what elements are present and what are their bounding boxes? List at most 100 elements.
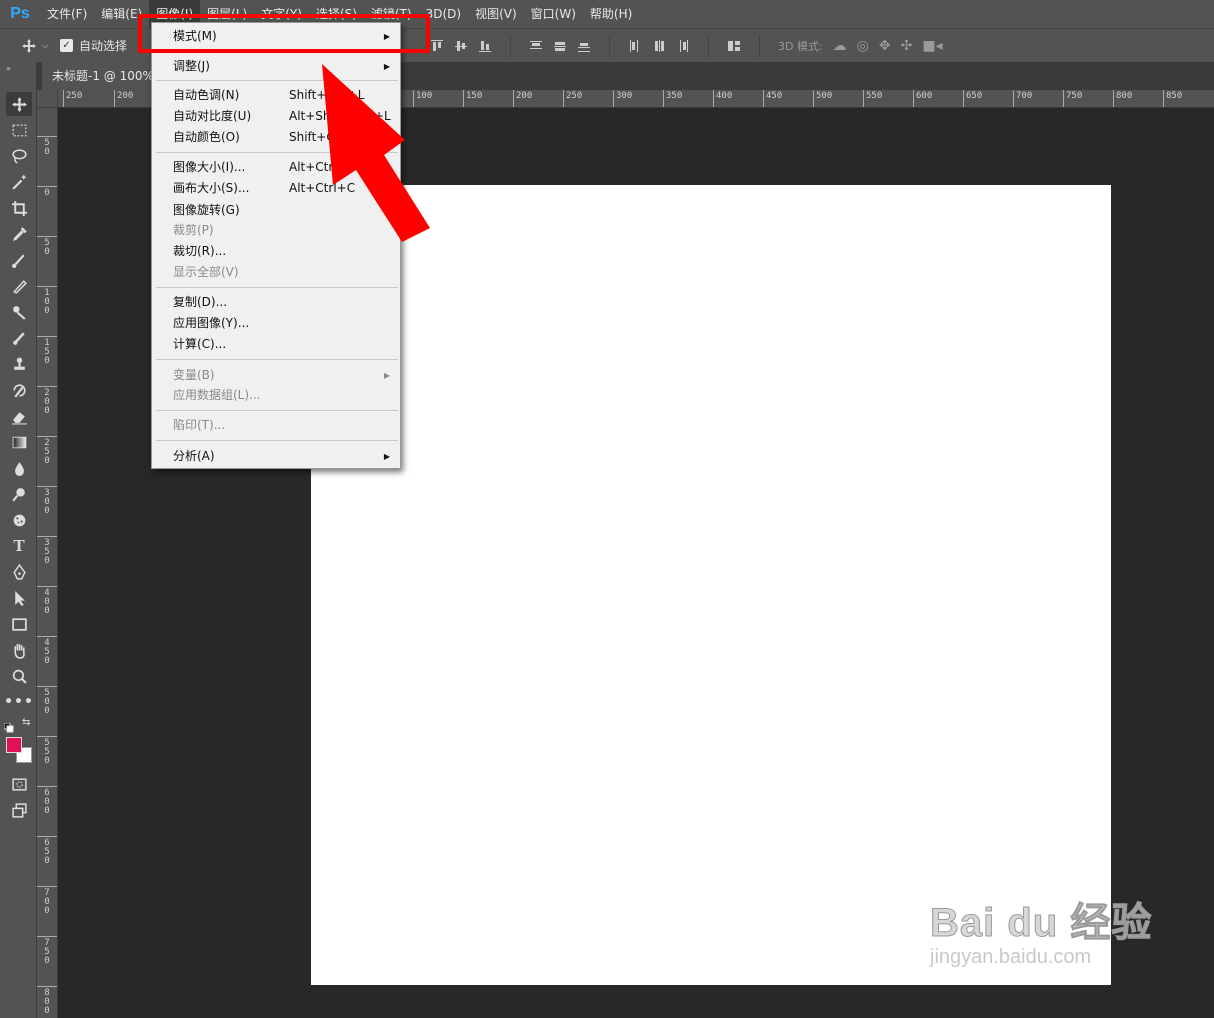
hand-tool-icon[interactable]	[6, 638, 32, 662]
ruler-label: 200	[513, 90, 532, 107]
sponge-tool-icon[interactable]	[6, 508, 32, 532]
ruler-label: 550	[863, 90, 882, 107]
menu-item-label: 调整(J)	[173, 59, 210, 73]
photoshop-window: Ps 文件(F) 编辑(E) 图像(I) 图层(L) 文字(Y) 选择(S) 滤…	[0, 0, 1214, 1018]
menu-item-duplicate[interactable]: 复制(D)...	[152, 292, 400, 313]
watermark-logo: Bai du 经验	[929, 901, 1153, 946]
distribute-right-icon[interactable]	[676, 39, 690, 53]
menu-window[interactable]: 窗口(W)	[524, 0, 583, 28]
divider	[609, 35, 610, 57]
menu-item-label: 自动对比度(U)	[173, 109, 252, 123]
ruler-label: 300	[613, 90, 632, 107]
menu-item-adjustments[interactable]: 调整(J) ▶	[152, 56, 400, 77]
swap-colors-icon[interactable]: ⇆	[22, 717, 30, 728]
menu-item-calculations[interactable]: 计算(C)...	[152, 334, 400, 355]
rectangle-tool-icon[interactable]	[6, 612, 32, 636]
ruler-label: 0	[37, 186, 57, 236]
ruler-label-text: 5 0	[44, 138, 50, 157]
move-tool-icon[interactable]	[6, 92, 32, 116]
menu-item-image-size[interactable]: 图像大小(I)... Alt+Ctrl+I	[152, 157, 400, 178]
magic-wand-tool-icon[interactable]	[6, 170, 32, 194]
distribute-top-icon[interactable]	[529, 39, 543, 53]
menu-item-apply-image[interactable]: 应用图像(Y)...	[152, 313, 400, 334]
menu-file[interactable]: 文件(F)	[40, 0, 94, 28]
foreground-color-swatch[interactable]	[6, 737, 22, 753]
eraser-tool-icon[interactable]	[6, 404, 32, 428]
menu-item-canvas-size[interactable]: 画布大小(S)... Alt+Ctrl+C	[152, 178, 400, 199]
document-canvas[interactable]	[311, 185, 1111, 985]
ruler-label: 400	[713, 90, 732, 107]
distribute-bottom-icon[interactable]	[577, 39, 591, 53]
healing-brush-tool-icon[interactable]	[6, 248, 32, 272]
ruler-label: 350	[663, 90, 682, 107]
ruler-label: 850	[1163, 90, 1182, 107]
menu-item-label: 计算(C)...	[173, 337, 227, 351]
ruler-label-text: 7 5 0	[44, 938, 50, 966]
ruler-label-text: 2 5 0	[44, 438, 50, 466]
distribute-vcenter-icon[interactable]	[553, 39, 567, 53]
divider	[708, 35, 709, 57]
menu-item-label: 应用数据组(L)...	[173, 388, 261, 402]
menu-view[interactable]: 视图(V)	[468, 0, 524, 28]
marquee-tool-icon[interactable]	[6, 118, 32, 142]
menu-item-trim[interactable]: 裁切(R)...	[152, 241, 400, 262]
dodge-tool-icon[interactable]	[6, 482, 32, 506]
menu-item-label: 分析(A)	[173, 449, 215, 463]
ruler-label-text: 0	[44, 188, 50, 198]
menu-item-image-rotation[interactable]: 图像旋转(G) ▶	[152, 200, 400, 221]
document-tab[interactable]: 未标题-1 @ 100%	[42, 62, 154, 90]
menu-separator	[156, 287, 398, 288]
quick-mask-icon[interactable]	[6, 772, 32, 796]
pen-tool-icon[interactable]	[6, 560, 32, 584]
menu-item-trap: 陷印(T)...	[152, 415, 400, 436]
menu-item-analysis[interactable]: 分析(A) ▶	[152, 446, 400, 467]
eyedropper-tool-icon[interactable]	[6, 222, 32, 246]
default-colors-icon[interactable]	[3, 718, 14, 733]
clone-stamp-tool-icon[interactable]	[6, 300, 32, 324]
lasso-tool-icon[interactable]	[6, 144, 32, 168]
ruler-label: 5 0	[37, 136, 57, 186]
chevron-down-icon[interactable]: ⌵	[38, 41, 52, 51]
move-tool-preset-icon[interactable]	[20, 38, 38, 54]
ruler-label: 7 5 0	[37, 936, 57, 986]
align-top-icon[interactable]	[430, 39, 444, 53]
ruler-label: 500	[813, 90, 832, 107]
type-tool-icon[interactable]: T	[6, 534, 32, 558]
collapse-panel-icon[interactable]: »	[6, 64, 11, 73]
submenu-arrow-icon: ▶	[383, 62, 390, 71]
auto-select-checkbox[interactable]: ✓	[60, 39, 73, 52]
menu-item-auto-contrast[interactable]: 自动对比度(U) Alt+Shift+Ctrl+L	[152, 106, 400, 127]
ruler-label: 1 5 0	[37, 336, 57, 386]
ruler-label-text: 2 0 0	[44, 388, 50, 416]
tools-panel: » T ••• ⇆	[0, 62, 37, 1018]
brush-tool-icon[interactable]	[6, 274, 32, 298]
3d-orbit-icon[interactable]: ☁	[833, 38, 847, 54]
menu-item-apply-data-set: 应用数据组(L)...	[152, 385, 400, 406]
distribute-left-icon[interactable]	[628, 39, 642, 53]
menu-item-label: 应用图像(Y)...	[173, 316, 250, 330]
ruler-label-text: 4 5 0	[44, 638, 50, 666]
align-vcenter-icon[interactable]	[454, 39, 468, 53]
menu-help[interactable]: 帮助(H)	[583, 0, 639, 28]
menu-item-label: 陷印(T)...	[173, 418, 226, 432]
3d-roll-icon[interactable]: ◎	[857, 38, 869, 54]
stamp-tool-icon[interactable]	[6, 352, 32, 376]
gradient-tool-icon[interactable]	[6, 430, 32, 454]
screen-mode-icon[interactable]	[6, 798, 32, 822]
blur-tool-icon[interactable]	[6, 456, 32, 480]
distribute-hcenter-icon[interactable]	[652, 39, 666, 53]
auto-align-icon[interactable]	[727, 39, 741, 53]
menu-separator	[156, 410, 398, 411]
crop-tool-icon[interactable]	[6, 196, 32, 220]
menu-item-auto-color[interactable]: 自动颜色(O) Shift+Ctrl+B	[152, 127, 400, 148]
menu-item-auto-tone[interactable]: 自动色调(N) Shift+Ctrl+L	[152, 85, 400, 106]
align-bottom-icon[interactable]	[478, 39, 492, 53]
3d-pan-icon[interactable]: ✥	[879, 38, 891, 54]
3d-slide-icon[interactable]: ✣	[901, 38, 913, 54]
path-selection-tool-icon[interactable]	[6, 586, 32, 610]
art-history-brush-tool-icon[interactable]	[6, 378, 32, 402]
more-tools-icon[interactable]: •••	[4, 690, 33, 714]
3d-scale-icon[interactable]: ■◂	[922, 38, 942, 54]
zoom-tool-icon[interactable]	[6, 664, 32, 688]
history-brush-tool-icon[interactable]	[6, 326, 32, 350]
